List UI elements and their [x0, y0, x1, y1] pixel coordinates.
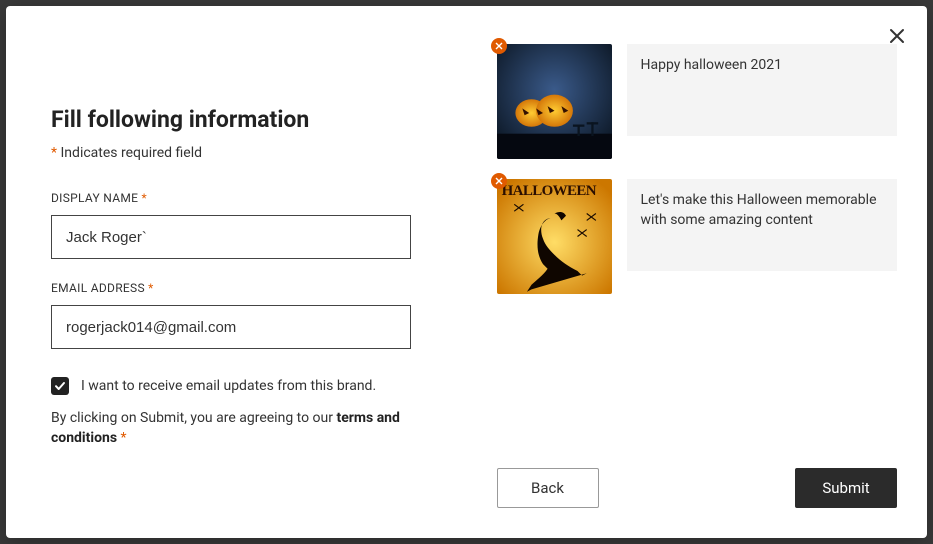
email-input[interactable] [51, 305, 411, 349]
svg-text:HALLOWEEN: HALLOWEEN [501, 183, 596, 199]
upload-thumbnail: HALLOWEEN [497, 179, 612, 294]
display-name-field: DISPLAY NAME * [51, 191, 422, 259]
upload-item: HALLOWEEN [497, 179, 898, 294]
required-note: * Indicates required field [51, 145, 422, 161]
email-updates-row: I want to receive email updates from thi… [51, 377, 422, 395]
thumbnail-wrapper: HALLOWEEN [497, 179, 612, 294]
form-pane: Fill following information * Indicates r… [6, 6, 467, 538]
checkmark-icon [54, 380, 66, 392]
form-title: Fill following information [51, 106, 422, 133]
submit-button[interactable]: Submit [795, 468, 897, 508]
upload-caption-input[interactable] [627, 44, 898, 136]
terms-text: By clicking on Submit, you are agreeing … [51, 409, 422, 448]
display-name-label: DISPLAY NAME * [51, 191, 422, 205]
display-name-input[interactable] [51, 215, 411, 259]
close-icon [495, 177, 503, 185]
back-button[interactable]: Back [497, 468, 599, 508]
upload-item [497, 44, 898, 159]
upload-thumbnail [497, 44, 612, 159]
remove-upload-button[interactable] [491, 173, 507, 189]
email-updates-checkbox[interactable] [51, 377, 69, 395]
email-updates-label: I want to receive email updates from thi… [81, 378, 376, 394]
button-row: Back Submit [497, 468, 898, 508]
required-note-text: Indicates required field [57, 145, 202, 161]
close-icon [495, 42, 503, 50]
email-label: EMAIL ADDRESS * [51, 281, 422, 295]
submission-modal: Fill following information * Indicates r… [6, 6, 927, 538]
upload-caption-input[interactable] [627, 179, 898, 271]
remove-upload-button[interactable] [491, 38, 507, 54]
email-field: EMAIL ADDRESS * [51, 281, 422, 349]
uploads-pane: HALLOWEEN Back Submit [467, 6, 928, 538]
thumbnail-wrapper [497, 44, 612, 159]
